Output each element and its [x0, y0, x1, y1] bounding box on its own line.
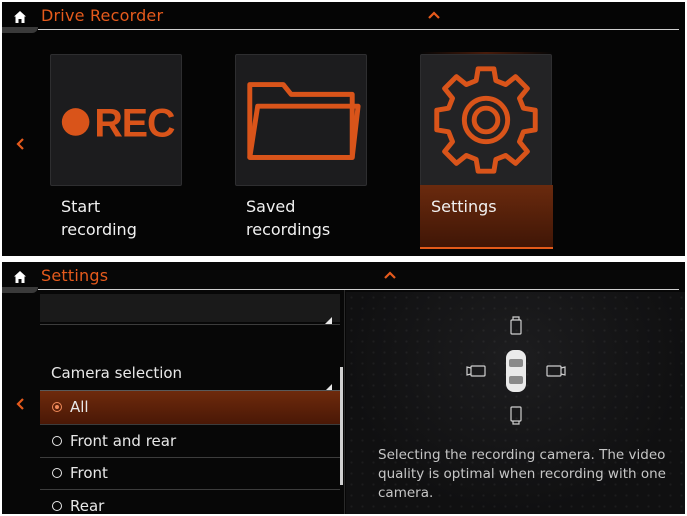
chevron-up-icon	[384, 271, 396, 279]
camera-selection-header[interactable]: Camera selection	[40, 357, 340, 391]
settings-tile-underline	[420, 247, 553, 249]
header: Settings	[2, 262, 685, 293]
saved-recordings-tile[interactable]	[235, 54, 367, 186]
option-rear[interactable]: Rear	[40, 490, 340, 514]
option-label: Front	[70, 464, 108, 482]
option-label: All	[70, 398, 89, 416]
rear-camera-icon	[510, 406, 522, 425]
right-camera-icon	[546, 365, 566, 377]
start-recording-tile[interactable]: REC	[50, 54, 182, 186]
chevron-left-icon	[16, 398, 24, 410]
panel-divider	[344, 290, 345, 514]
camera-selection-label: Camera selection	[51, 364, 183, 382]
saved-recordings-label: Saved recordings	[246, 197, 331, 239]
scrollbar[interactable]	[340, 367, 343, 485]
car-icon	[506, 350, 526, 392]
info-panel: Selecting the recording camera. The vide…	[346, 292, 685, 514]
settings-screen: Settings Camera selection All Front and …	[2, 262, 685, 514]
divider	[40, 324, 340, 325]
header-divider	[38, 289, 679, 290]
settings-tile[interactable]	[420, 54, 552, 186]
chevron-up-icon	[428, 11, 440, 19]
option-label: Front and rear	[70, 432, 177, 450]
start-recording-label: Start recording	[61, 197, 137, 239]
option-front[interactable]: Front	[40, 457, 340, 490]
option-all[interactable]: All	[40, 391, 340, 424]
page-title: Drive Recorder	[41, 6, 164, 25]
triangle-indicator-icon	[325, 310, 332, 324]
option-front-and-rear[interactable]: Front and rear	[40, 425, 340, 458]
folder-icon	[247, 82, 361, 160]
drive-recorder-screen: Drive Recorder REC Start recording Saved…	[2, 2, 685, 256]
header-divider	[38, 29, 679, 30]
back-button[interactable]	[14, 396, 28, 412]
chevron-left-icon	[16, 138, 24, 150]
settings-list: Camera selection All Front and rear Fron…	[40, 294, 340, 514]
home-tab-shape	[2, 287, 38, 293]
home-tab-shape	[2, 27, 38, 33]
radio-selected-icon	[52, 402, 62, 412]
settings-label: Settings	[431, 197, 497, 216]
home-icon	[14, 11, 26, 23]
gear-icon	[434, 66, 538, 174]
collapse-button[interactable]	[427, 6, 441, 19]
front-camera-icon	[510, 316, 522, 335]
page-title: Settings	[41, 266, 109, 285]
radio-icon	[52, 436, 62, 446]
collapse-button[interactable]	[383, 266, 397, 279]
left-camera-icon	[466, 365, 486, 377]
list-item-collapsed[interactable]	[40, 294, 340, 324]
rec-icon: REC	[61, 102, 176, 146]
home-icon	[14, 271, 26, 283]
rec-icon-text: REC	[94, 102, 175, 146]
triangle-indicator-icon	[325, 370, 332, 391]
description-text: Selecting the recording camera. The vide…	[378, 447, 666, 501]
radio-icon	[52, 468, 62, 478]
header: Drive Recorder	[2, 2, 685, 33]
option-label: Rear	[70, 497, 105, 514]
radio-icon	[52, 501, 62, 511]
camera-diagram	[456, 312, 576, 432]
back-button[interactable]	[14, 136, 28, 152]
